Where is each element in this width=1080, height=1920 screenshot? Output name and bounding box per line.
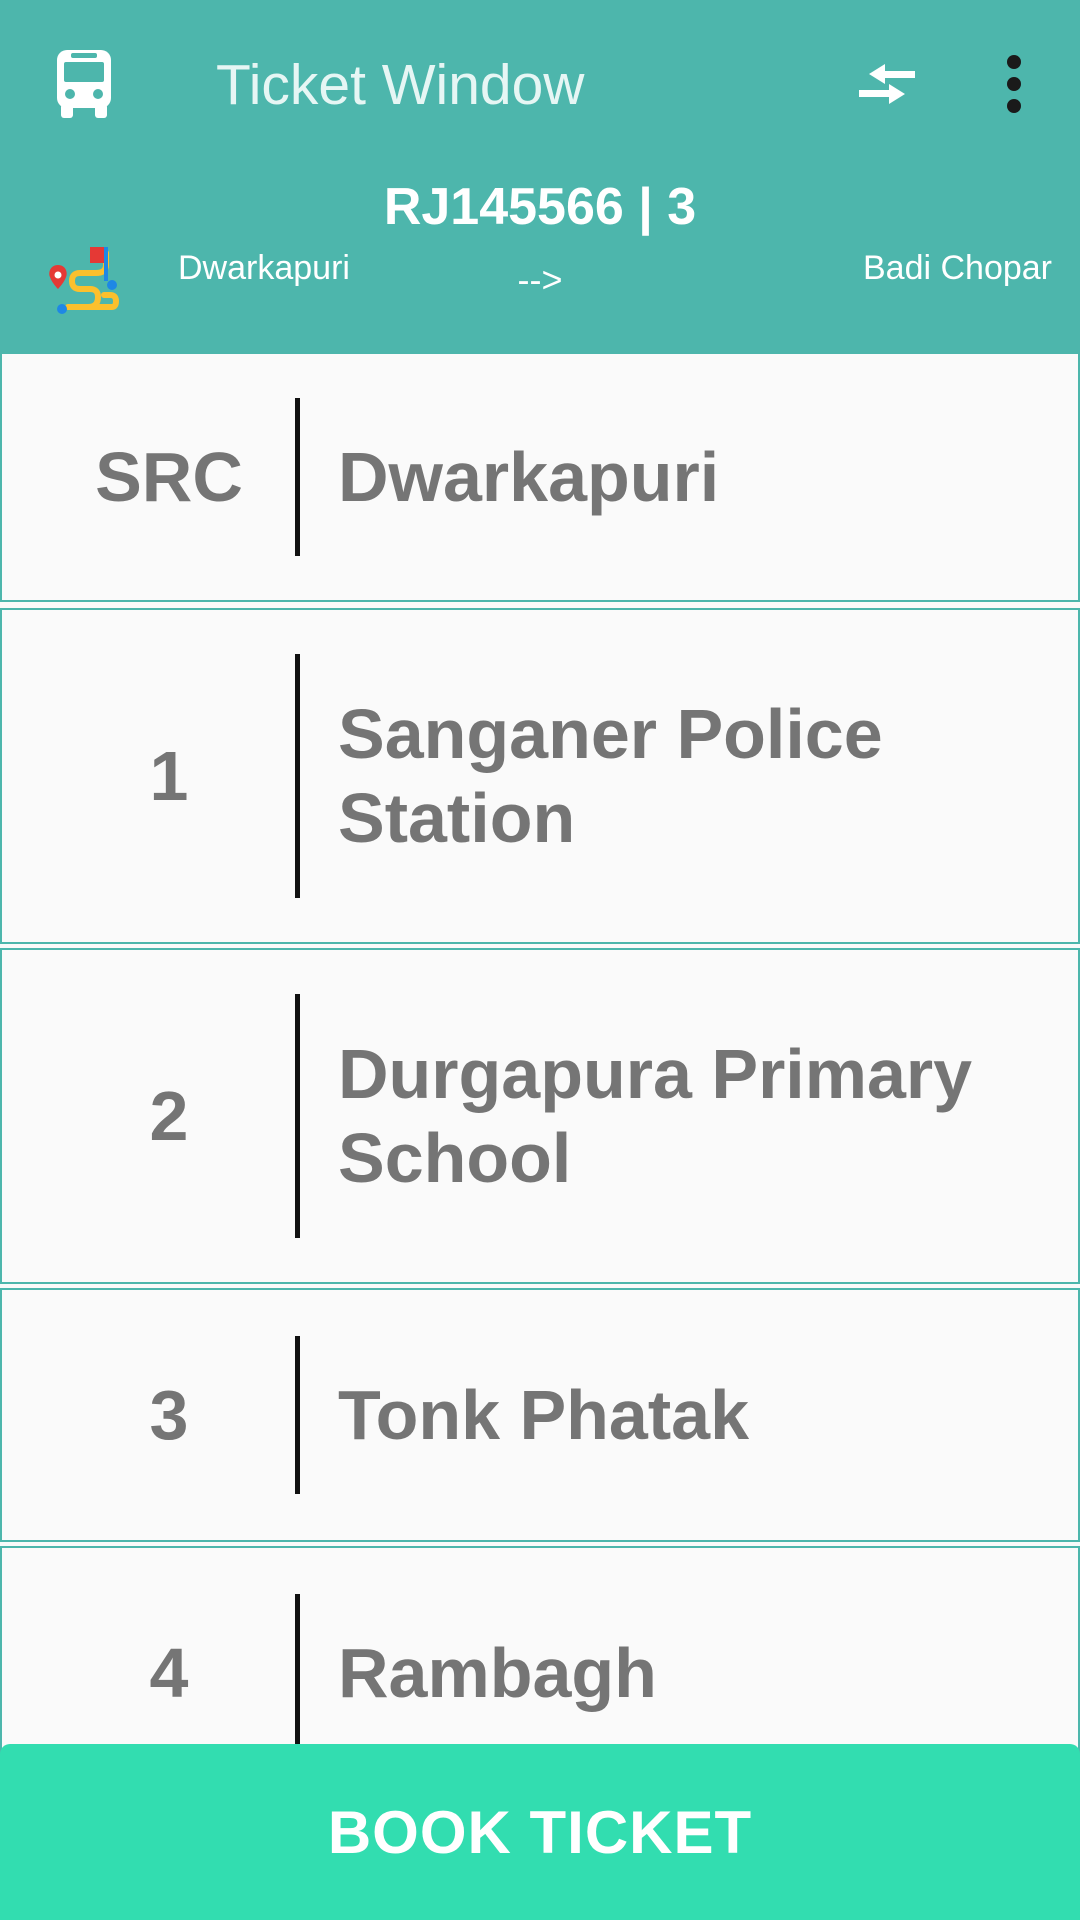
stop-name: Durgapura Primary School — [338, 1035, 973, 1197]
stop-index: SRC — [95, 438, 243, 516]
stop-divider — [295, 1336, 300, 1494]
stop-divider — [295, 398, 300, 556]
app-header: Ticket Window RJ145566 | 3 Dwarkapuri --… — [0, 0, 1080, 352]
stop-row-3[interactable]: 3 Tonk Phatak — [0, 1288, 1080, 1542]
route-code: RJ145566 | 3 — [383, 178, 697, 236]
stop-divider — [295, 1594, 300, 1752]
stop-name: Dwarkapuri — [338, 438, 720, 516]
stop-index: 3 — [149, 1376, 189, 1454]
stop-index: 2 — [149, 1077, 189, 1155]
stop-row-2[interactable]: 2 Durgapura Primary School — [0, 948, 1080, 1284]
stop-divider — [295, 654, 300, 898]
more-vert-icon[interactable] — [996, 54, 1032, 114]
stop-name: Tonk Phatak — [338, 1376, 750, 1454]
destination-stop-name: Badi Chopar — [862, 249, 1052, 287]
stop-divider — [295, 994, 300, 1238]
stop-row-src[interactable]: SRC Dwarkapuri — [0, 352, 1080, 602]
stop-index: 1 — [149, 737, 189, 815]
ticket-window-screen: Ticket Window RJ145566 | 3 Dwarkapuri --… — [0, 0, 1080, 1920]
stop-name: Sanganer Police Station — [338, 695, 883, 857]
book-ticket-button[interactable]: BOOK TICKET — [0, 1744, 1080, 1920]
swap-arrows-icon[interactable] — [855, 60, 919, 108]
stop-row-1[interactable]: 1 Sanganer Police Station — [0, 608, 1080, 944]
app-title: Ticket Window — [216, 53, 585, 117]
bus-icon[interactable] — [55, 50, 113, 118]
